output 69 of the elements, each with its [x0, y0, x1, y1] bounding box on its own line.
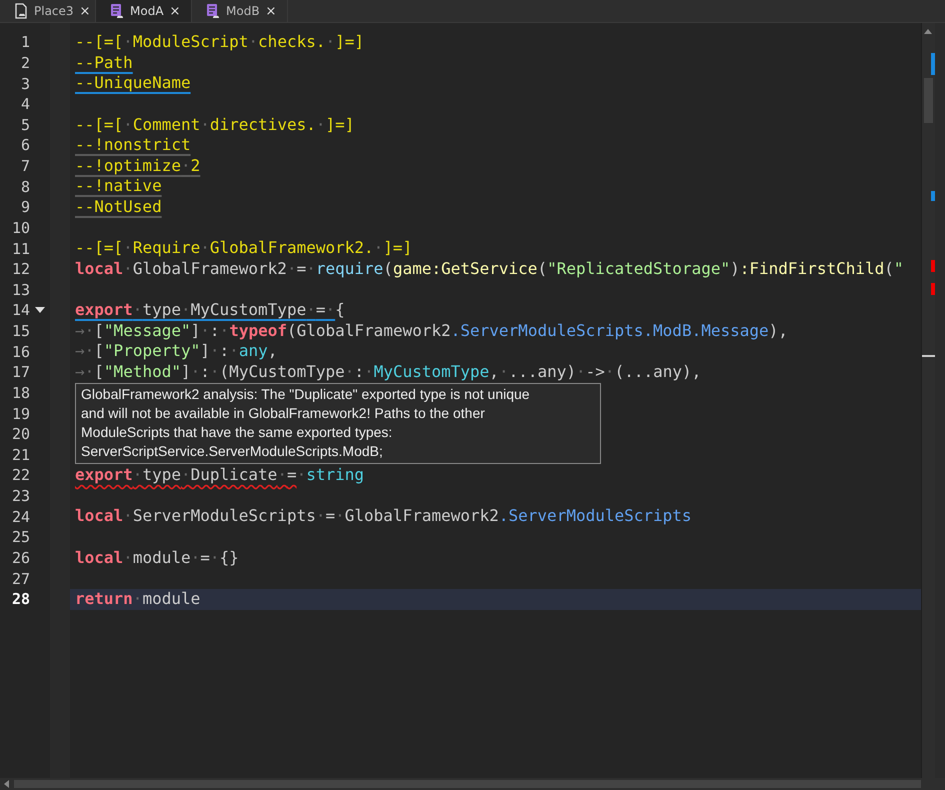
line-number: 3 — [20, 74, 30, 93]
close-button[interactable]: × — [266, 4, 276, 18]
tab-label: ModB — [226, 4, 260, 18]
line-number: 7 — [20, 157, 30, 176]
code-line: local·GlobalFramework2·=·require(game:GetService("ReplicatedStorage"):FindFirstChild(" — [75, 258, 904, 280]
tooltip-text: ModuleScripts that have the same exported types: — [81, 423, 394, 442]
line-number: 17 — [10, 363, 30, 382]
line-number: 22 — [10, 466, 30, 484]
script-icon — [110, 3, 124, 19]
close-button[interactable]: × — [80, 4, 90, 18]
tooltip-text: GlobalFramework2 analysis: The "Duplicate" exported type is not unique — [81, 385, 531, 404]
line-number: 8 — [20, 178, 30, 196]
editor-tab[interactable]: ModB × — [192, 0, 288, 22]
error-marker — [931, 283, 935, 295]
code-line: --!optimize·2 — [75, 156, 200, 176]
tooltip-text: ServerScriptService.ServerModuleScripts.ModB; — [81, 442, 384, 461]
scroll-left-icon[interactable] — [4, 780, 9, 788]
line-number: 9 — [20, 198, 30, 216]
code-line: --NotUsed — [75, 197, 162, 218]
caret-marker — [922, 355, 935, 357]
code-line: local·ServerModuleScripts·=·GlobalFramework2.ServerModuleScripts — [75, 506, 692, 527]
line-number: 25 — [10, 528, 30, 546]
code-line: export·type·MyCustomType·=·{ — [75, 300, 345, 321]
code-line: --Path — [75, 52, 133, 74]
scroll-up-icon[interactable] — [924, 29, 932, 34]
line-number: 13 — [10, 280, 30, 299]
line-number: 11 — [10, 240, 30, 258]
editor-tab[interactable]: ModA × — [96, 0, 192, 22]
line-number: 6 — [20, 136, 30, 154]
line-number: 20 — [10, 425, 30, 444]
line-number: 1 — [20, 33, 30, 52]
code-line: local·module·=·{} — [75, 548, 239, 568]
change-marker — [931, 53, 935, 75]
code-line: →·["Property"]·:·any, — [75, 341, 278, 362]
code-line: --!native — [75, 176, 162, 197]
line-number: 28 — [10, 590, 30, 608]
tab-label: Place3 — [34, 4, 74, 18]
line-number: 24 — [10, 508, 30, 526]
code-line: return·module — [75, 588, 200, 610]
script-icon — [206, 3, 220, 19]
line-number: 10 — [10, 218, 30, 237]
line-number: 23 — [10, 487, 30, 506]
line-number: 26 — [10, 548, 30, 567]
code-line: --[=[·Require·GlobalFramework2.·]=] — [75, 238, 412, 259]
line-number: 2 — [20, 54, 30, 72]
tooltip-text: and will not be available in GlobalFramework2! Paths to the other — [81, 404, 486, 423]
line-number: 12 — [10, 260, 30, 278]
error-marker — [931, 260, 935, 272]
close-button[interactable]: × — [170, 4, 180, 18]
line-number: 14 — [10, 301, 30, 320]
line-number: 5 — [20, 116, 30, 134]
line-number: 4 — [20, 95, 30, 114]
line-number: 18 — [10, 384, 30, 402]
code-line: →·["Message"]·:·typeof(GlobalFramework2.ServerModuleScripts.ModB.Message), — [75, 320, 788, 342]
code-line: --[=[·Comment·directives.·]=] — [75, 114, 354, 136]
code-line: export·type·Duplicate·=·string — [75, 465, 364, 486]
code-line: →·["Method"]·:·(MyCustomType·:·MyCustomType,·...any)·->·(...any), — [75, 362, 702, 383]
code-line: --[=[·ModuleScript·checks.·]=] — [75, 32, 364, 53]
line-number: 15 — [10, 322, 30, 340]
line-number: 21 — [10, 446, 30, 464]
line-number: 16 — [10, 342, 30, 361]
tab-label: ModA — [130, 4, 164, 18]
document-icon — [14, 3, 28, 19]
fold-arrow-icon[interactable] — [35, 307, 45, 314]
line-number: 27 — [10, 570, 30, 588]
code-line: --UniqueName — [75, 73, 191, 94]
line-number: 19 — [10, 404, 30, 423]
change-marker — [931, 191, 935, 201]
code-line: --!nonstrict — [75, 135, 191, 156]
